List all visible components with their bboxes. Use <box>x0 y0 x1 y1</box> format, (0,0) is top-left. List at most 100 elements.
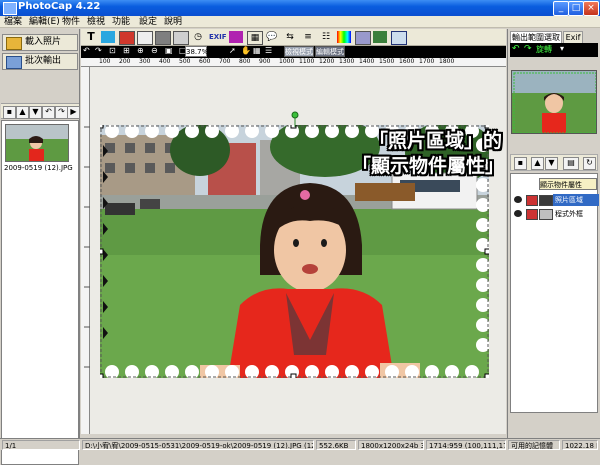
text-tool-icon[interactable]: T <box>84 31 98 43</box>
menu-function[interactable]: 功能 <box>112 16 130 28</box>
canvas-area[interactable] <box>90 67 506 434</box>
file-path: D:\小宥\宥\2009-0515-0531\2009-0519-ok\2009… <box>82 440 314 450</box>
batch-icon <box>6 56 22 69</box>
list-icon[interactable]: ☰ <box>265 46 275 55</box>
rotation-handle[interactable] <box>290 111 300 127</box>
thumbnail-list: 2009-0519 (12).JPG <box>1 120 79 465</box>
layout-icon[interactable] <box>355 31 371 45</box>
menu-view[interactable]: 檢視 <box>87 16 105 28</box>
right-panel: 輸出範圍選取 Exif ↶ ↷ 旋轉 ▾ ▪ ▲ ▼ ▤ ↻ 顯示物件屬性 照片… <box>507 29 600 438</box>
annotation-line1: 「照片區域」的 <box>369 130 503 152</box>
undo-icon[interactable]: ↶ <box>83 46 93 55</box>
arrow-down-icon[interactable]: ▼ <box>29 106 42 119</box>
show-properties-tooltip: 顯示物件屬性 <box>539 178 597 190</box>
hand-icon[interactable]: ✋ <box>241 46 251 55</box>
status-bar: 1/1 D:\小宥\宥\2009-0515-0531\2009-0519-ok\… <box>0 438 600 450</box>
eye-icon[interactable] <box>514 196 522 203</box>
menu-object[interactable]: 物件 <box>62 16 80 28</box>
clock-icon[interactable]: ◷ <box>191 31 205 43</box>
grid-toggle-icon[interactable]: ▦ <box>253 46 263 55</box>
zoom-level[interactable]: 38.7% <box>185 46 208 57</box>
ruler-tick: 1300 <box>339 58 355 65</box>
screen-icon[interactable] <box>391 31 407 45</box>
image-tool-icon[interactable] <box>101 31 115 43</box>
ruler-tick: 600 <box>199 58 211 65</box>
batch-output-button[interactable]: 批次輸出 <box>2 53 78 70</box>
ruler-tick: 200 <box>119 58 131 65</box>
output-range-toolbar: ↶ ↷ 旋轉 ▾ <box>510 43 598 57</box>
fit-icon[interactable]: ⊡ <box>109 46 119 55</box>
tab-output-range[interactable]: 輸出範圍選取 <box>510 31 562 43</box>
stamp-tool-icon[interactable] <box>173 31 189 45</box>
zoom-out-icon[interactable]: ⊖ <box>151 46 161 55</box>
page-indicator: 1/1 <box>2 440 80 450</box>
ruler-tick: 800 <box>239 58 251 65</box>
horizontal-ruler: 100 200 300 400 500 600 700 800 900 1000 1100 1200 1… <box>81 58 506 67</box>
speech-bubble-icon[interactable]: 💬 <box>265 31 279 43</box>
app-icon <box>3 2 17 15</box>
batch-output-label: 批次輸出 <box>25 56 62 66</box>
pointer-icon[interactable]: ➚ <box>229 46 239 55</box>
ruler-tick: 1000 <box>279 58 295 65</box>
mosaic-tool-icon[interactable] <box>155 31 171 45</box>
menu-help[interactable]: 說明 <box>164 16 182 28</box>
menu-settings[interactable]: 設定 <box>139 16 157 28</box>
layers-icon[interactable]: ☷ <box>319 31 333 43</box>
preview-image <box>512 71 596 133</box>
output-preview[interactable] <box>511 70 597 134</box>
exif-icon[interactable]: EXIF <box>209 31 227 43</box>
ruler-tick: 100 <box>99 58 111 65</box>
move-up-icon[interactable]: ▲ <box>531 157 544 170</box>
dropdown-icon[interactable]: ▾ <box>560 44 564 53</box>
layer-type-icon <box>526 209 538 220</box>
arrow-up-icon[interactable]: ▲ <box>16 106 29 119</box>
ruler-tick: 900 <box>259 58 271 65</box>
rect-tool-icon[interactable] <box>137 31 153 45</box>
view-mode-button[interactable]: 檢視模式 <box>284 46 314 57</box>
color-icon[interactable] <box>337 31 351 43</box>
minimize-icon[interactable]: _ <box>553 1 569 16</box>
layer-program-frame[interactable]: 程式外框 <box>511 208 597 220</box>
zoom-in-icon[interactable]: ⊕ <box>137 46 147 55</box>
arrow-tool-icon[interactable]: ⇆ <box>283 31 297 43</box>
ruler-tick: 1700 <box>419 58 435 65</box>
rotate-ccw-icon[interactable]: ↶ <box>512 44 520 54</box>
crop-icon[interactable]: ⊞ <box>123 46 133 55</box>
redo-icon[interactable]: ↷ <box>95 46 105 55</box>
rotate-cw-icon[interactable]: ↷ <box>524 44 532 54</box>
edit-mode-button[interactable]: 編輯模式 <box>315 46 345 57</box>
delete-layer-icon[interactable]: ▪ <box>514 157 527 170</box>
vertical-ruler-ticks <box>84 126 90 368</box>
export-icon[interactable]: ▶ <box>67 106 80 119</box>
print-icon[interactable] <box>229 31 243 43</box>
layer-photo-region[interactable]: 照片區域 <box>511 194 599 206</box>
landscape-icon[interactable] <box>373 31 387 43</box>
frame-tool-icon[interactable] <box>119 31 135 45</box>
trash-icon[interactable]: ▪ <box>3 106 16 119</box>
rotate-label[interactable]: 旋轉 <box>536 44 552 55</box>
menu-bar: 檔案 編輯(E) 物件 檢視 功能 設定 說明 <box>0 16 600 28</box>
refresh-icon[interactable]: ↻ <box>583 157 596 170</box>
properties-icon[interactable]: ▤ <box>563 157 579 170</box>
rotate-left-icon[interactable]: ↶ <box>42 106 55 119</box>
menu-file[interactable]: 檔案 <box>4 16 22 28</box>
grid-icon[interactable]: ▦ <box>247 31 263 45</box>
layer-thumb-icon <box>539 209 553 220</box>
move-down-icon[interactable]: ▼ <box>545 157 558 170</box>
layer-list: 顯示物件屬性 照片區域 程式外框 <box>510 173 599 413</box>
actual-size-icon[interactable]: ▣ <box>165 46 175 55</box>
tab-exif[interactable]: Exif <box>563 31 583 43</box>
ruler-tick: 1600 <box>399 58 415 65</box>
maximize-icon[interactable]: □ <box>568 1 584 16</box>
eye-icon[interactable] <box>514 210 522 217</box>
line-tool-icon[interactable]: ≡ <box>301 31 315 43</box>
photo-thumbnail[interactable] <box>5 124 69 162</box>
load-photo-button[interactable]: 載入照片 <box>2 34 78 51</box>
menu-edit[interactable]: 編輯(E) <box>29 16 60 28</box>
ruler-tick: 1400 <box>359 58 375 65</box>
ruler-tick: 1200 <box>319 58 335 65</box>
ruler-tick: 1800 <box>439 58 455 65</box>
close-icon[interactable]: × <box>583 1 599 16</box>
thumbnail-toolbar: ▪ ▲ ▼ ↶ ↷ ▶ <box>1 103 80 119</box>
thumbnail-filename: 2009-0519 (12).JPG <box>4 164 73 172</box>
